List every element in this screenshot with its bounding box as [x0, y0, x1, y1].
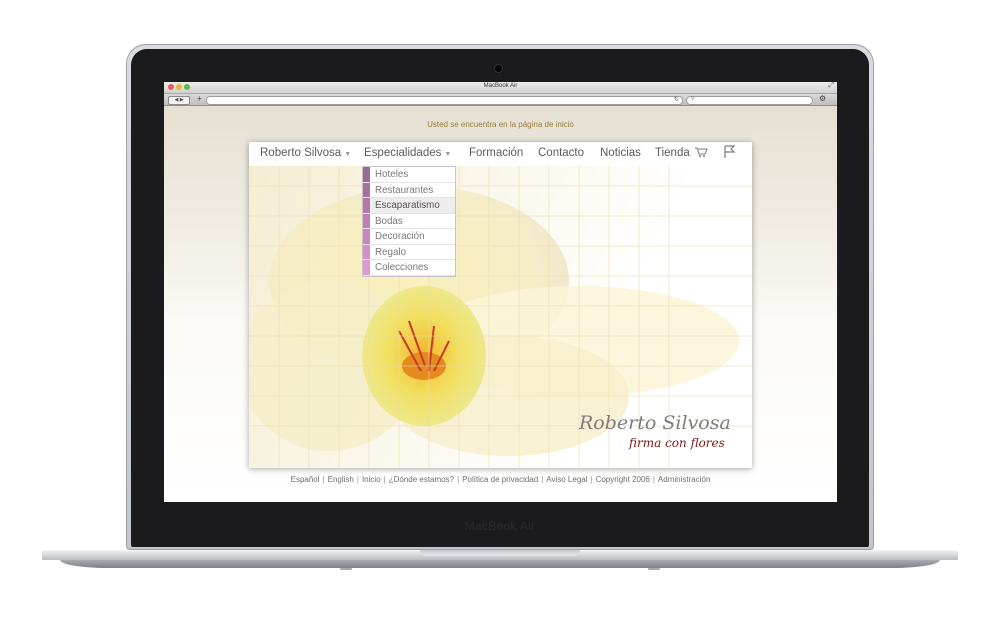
shopping-cart-icon: [694, 147, 708, 157]
color-swatch: [363, 260, 370, 275]
laptop-foot: [648, 568, 660, 570]
back-forward-buttons[interactable]: ◀ ▶: [168, 96, 190, 105]
device-brand: MacBook Air: [464, 519, 536, 533]
hero-title: Roberto Silvosa: [579, 412, 731, 434]
site-frame: Roberto Silvosa ▼ Especialidades ▼ Formaci…: [249, 142, 752, 468]
hero-subtitle: firma con flores: [629, 436, 725, 450]
reload-icon[interactable]: ↻: [674, 96, 679, 103]
dropdown-item-restaurantes[interactable]: Restaurantes: [363, 182, 455, 198]
footer-link-espanol[interactable]: Español: [291, 475, 320, 484]
color-swatch: [363, 229, 370, 244]
nav-item-noticias[interactable]: Noticias: [600, 147, 641, 159]
browser-toolbar: ◀ ▶ + ↻ ⚲ ⚙: [164, 94, 837, 106]
dropdown-item-colecciones[interactable]: Colecciones: [363, 260, 455, 276]
footer-link-english[interactable]: English: [328, 475, 354, 484]
lid-notch: [420, 550, 580, 556]
footer-link-inicio[interactable]: Inicio: [362, 475, 381, 484]
nav-item-formacion[interactable]: Formación: [469, 147, 523, 159]
color-swatch: [363, 167, 370, 182]
nav-item-contacto[interactable]: Contacto: [538, 147, 584, 159]
main-nav: Roberto Silvosa ▼ Especialidades ▼ Formaci…: [249, 142, 752, 166]
window-titlebar: MacBook Air ⤢: [164, 82, 837, 94]
search-input[interactable]: ⚲: [686, 96, 813, 105]
location-text: Usted se encuentra en la página de inici…: [427, 120, 574, 129]
footer-link-donde-estamos[interactable]: ¿Dónde estamos?: [389, 475, 454, 484]
laptop-base-bottom: [60, 560, 940, 568]
color-swatch: [363, 244, 370, 259]
add-bookmark-icon[interactable]: +: [197, 94, 202, 103]
especialidades-dropdown: Hoteles Restaurantes Escaparatismo Bodas…: [362, 166, 456, 277]
dropdown-item-regalo[interactable]: Regalo: [363, 244, 455, 260]
dropdown-item-bodas[interactable]: Bodas: [363, 213, 455, 229]
hero-orchid-image: Roberto Silvosa firma con flores: [249, 166, 752, 468]
dropdown-item-hoteles[interactable]: Hoteles: [363, 167, 455, 183]
footer-link-aviso-legal[interactable]: Aviso Legal: [546, 475, 587, 484]
gear-icon[interactable]: ⚙: [819, 94, 826, 103]
dropdown-item-escaparatismo[interactable]: Escaparatismo: [363, 198, 455, 214]
footer-links: Español | English | Inicio | ¿Dónde estamos? | P…: [290, 475, 711, 484]
color-swatch: [363, 182, 370, 197]
screen: MacBook Air ⤢ ◀ ▶ + ↻ ⚲ ⚙ Usted se encue…: [164, 82, 837, 502]
camera-icon: [494, 64, 503, 73]
footer-copyright: Copyright 2006: [595, 475, 650, 484]
dropdown-item-decoracion[interactable]: Decoración: [363, 229, 455, 245]
footer-link-administracion[interactable]: Administración: [658, 475, 710, 484]
address-bar[interactable]: ↻: [206, 96, 683, 105]
footer-link-privacidad[interactable]: Política de privacidad: [462, 475, 538, 484]
nav-item-tienda[interactable]: Tienda: [655, 147, 708, 159]
laptop-foot: [340, 568, 352, 570]
window-title: MacBook Air: [483, 83, 518, 89]
search-icon: ⚲: [691, 96, 695, 102]
fullscreen-icon[interactable]: ⤢: [828, 82, 834, 90]
chevron-down-icon: ▼: [444, 151, 452, 158]
flag-icon[interactable]: [724, 145, 736, 159]
nav-item-roberto-silvosa[interactable]: Roberto Silvosa ▼: [260, 147, 351, 159]
nav-item-especialidades[interactable]: Especialidades ▼: [364, 147, 451, 159]
web-page: Usted se encuentra en la página de inici…: [164, 106, 837, 502]
chevron-down-icon: ▼: [344, 151, 352, 158]
color-swatch: [363, 198, 370, 213]
color-swatch: [363, 213, 370, 228]
